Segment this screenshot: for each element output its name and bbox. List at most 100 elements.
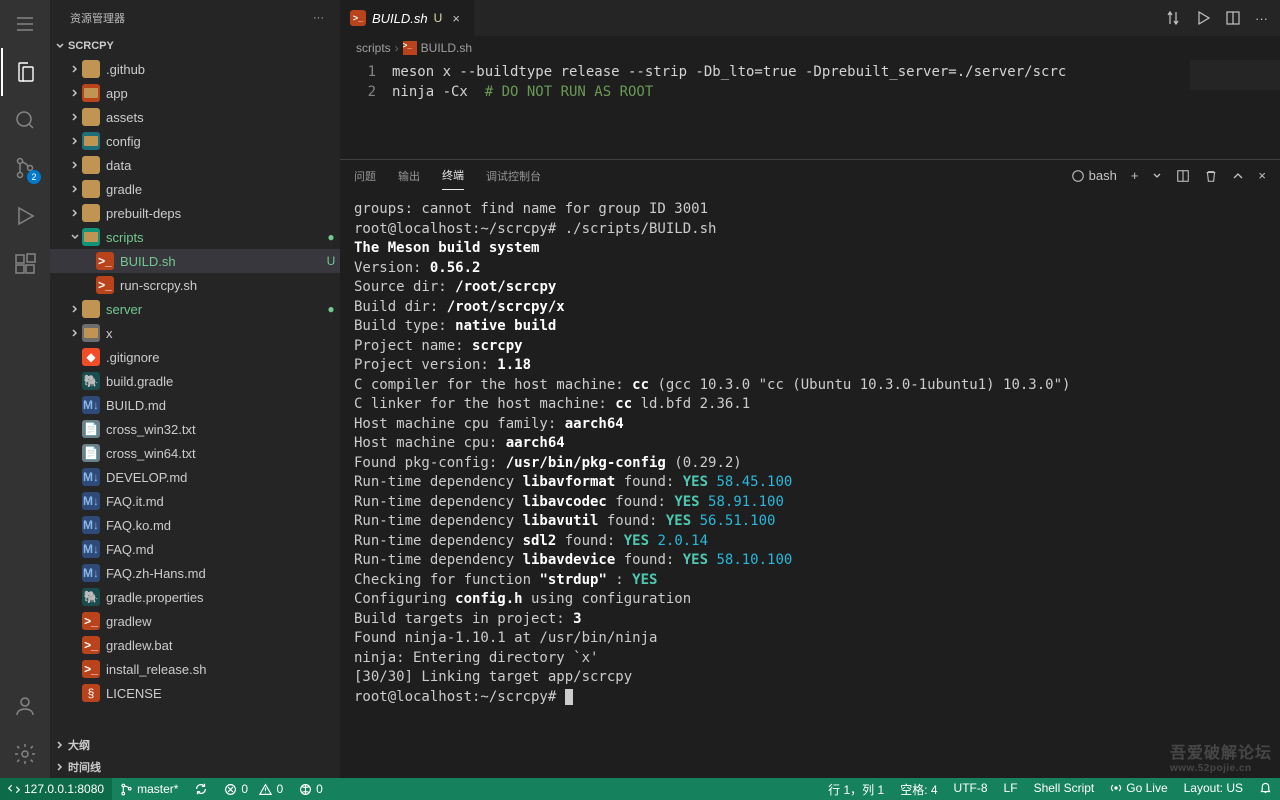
source-control-icon[interactable]: 2 [1,144,49,192]
account-icon[interactable] [1,682,49,730]
folder-icon [82,324,100,342]
editor-area: >_ BUILD.sh U × ··· scripts › >_ BUILD.s… [340,0,1280,778]
line-gutter: 12 [340,62,392,159]
encoding[interactable]: UTF-8 [946,781,996,795]
md-icon: M↓ [82,516,100,534]
sh-icon: >_ [96,252,114,270]
indentation[interactable]: 空格: 4 [892,781,945,798]
sh-icon: >_ [82,612,100,630]
md-icon: M↓ [82,468,100,486]
close-panel-icon[interactable]: × [1258,168,1266,183]
gradle-icon: 🐘 [82,372,100,390]
md-icon: M↓ [82,540,100,558]
folder-row[interactable]: x [50,321,340,345]
kill-terminal-icon[interactable] [1204,169,1218,183]
go-live[interactable]: Go Live [1102,781,1175,795]
file-row[interactable]: M↓FAQ.ko.md [50,513,340,537]
explorer-icon[interactable] [1,48,49,96]
notifications-icon[interactable] [1251,781,1280,794]
folder-icon [82,156,100,174]
activity-bar: 2 [0,0,50,778]
tab-terminal[interactable]: 终端 [442,161,464,190]
tab-problems[interactable]: 问题 [354,162,376,190]
sidebar-title: 资源管理器 [70,10,313,26]
status-bar: 127.0.0.1:8080 master* 0 0 0 行 1，列 1 空格:… [0,778,1280,800]
file-row[interactable]: >_BUILD.shU [50,249,340,273]
ports-icon[interactable]: 0 [291,778,331,800]
timeline-section[interactable]: 时间线 [50,756,340,778]
terminal-output[interactable]: groups: cannot find name for group ID 30… [340,192,1280,778]
shell-file-icon: >_ [403,41,417,55]
file-row[interactable]: M↓FAQ.zh-Hans.md [50,561,340,585]
new-terminal-icon[interactable]: + [1131,168,1139,183]
run-debug-icon[interactable] [1,192,49,240]
minimap[interactable] [1190,60,1280,90]
run-file-icon[interactable] [1195,10,1211,26]
file-row[interactable]: >_gradlew [50,609,340,633]
folder-row[interactable]: gradle [50,177,340,201]
code-editor[interactable]: 12 meson x --buildtype release --strip -… [340,60,1280,159]
file-row[interactable]: M↓BUILD.md [50,393,340,417]
close-tab-icon[interactable]: × [448,11,464,26]
file-row[interactable]: 🐘build.gradle [50,369,340,393]
shell-file-icon: >_ [350,10,366,26]
search-icon[interactable] [1,96,49,144]
folder-icon [82,180,100,198]
file-row[interactable]: 📄cross_win64.txt [50,441,340,465]
split-terminal-icon[interactable] [1176,169,1190,183]
tab-debug-console[interactable]: 调试控制台 [486,162,541,190]
file-row[interactable]: M↓DEVELOP.md [50,465,340,489]
cursor-position[interactable]: 行 1，列 1 [820,781,892,798]
bottom-panel: 问题 输出 终端 调试控制台 bash + × groups: cannot f… [340,159,1280,778]
breadcrumb[interactable]: scripts › >_ BUILD.sh [340,36,1280,60]
lic-icon: § [82,684,100,702]
file-row[interactable]: >_run-scrcpy.sh [50,273,340,297]
folder-row[interactable]: prebuilt-deps [50,201,340,225]
sync-icon[interactable] [186,778,216,800]
scm-badge: 2 [27,170,41,184]
split-editor-icon[interactable] [1225,10,1241,26]
menu-icon[interactable] [1,0,49,48]
language-mode[interactable]: Shell Script [1026,781,1103,795]
tab-output[interactable]: 输出 [398,162,420,190]
folder-row[interactable]: server● [50,297,340,321]
remote-host[interactable]: 127.0.0.1:8080 [0,778,112,800]
folder-icon [82,204,100,222]
maximize-panel-icon[interactable] [1232,170,1244,182]
folder-row[interactable]: config [50,129,340,153]
more-actions-icon[interactable]: ··· [1255,11,1268,26]
keyboard-layout[interactable]: Layout: US [1176,781,1251,795]
txt-icon: 📄 [82,444,100,462]
eol[interactable]: LF [996,781,1026,795]
project-section[interactable]: SCRCPY [50,35,340,57]
git-branch[interactable]: master* [112,778,186,800]
terminal-dropdown-icon[interactable] [1152,171,1162,181]
terminal-profile[interactable]: bash [1071,168,1117,183]
file-row[interactable]: M↓FAQ.md [50,537,340,561]
folder-icon [82,84,100,102]
folder-row[interactable]: assets [50,105,340,129]
settings-gear-icon[interactable] [1,730,49,778]
file-row[interactable]: >_gradlew.bat [50,633,340,657]
gradle-icon: 🐘 [82,588,100,606]
folder-icon [82,60,100,78]
file-row[interactable]: ◆.gitignore [50,345,340,369]
folder-row[interactable]: app [50,81,340,105]
editor-tabs: >_ BUILD.sh U × ··· [340,0,1280,36]
more-icon[interactable]: ··· [313,12,324,24]
file-row[interactable]: M↓FAQ.it.md [50,489,340,513]
tab-build-sh[interactable]: >_ BUILD.sh U × [340,0,475,36]
file-row[interactable]: 📄cross_win32.txt [50,417,340,441]
file-row[interactable]: 🐘gradle.properties [50,585,340,609]
outline-section[interactable]: 大纲 [50,734,340,756]
txt-icon: 📄 [82,420,100,438]
folder-row[interactable]: scripts● [50,225,340,249]
extensions-icon[interactable] [1,240,49,288]
compare-changes-icon[interactable] [1165,10,1181,26]
folder-row[interactable]: .github [50,57,340,81]
folder-row[interactable]: data [50,153,340,177]
file-row[interactable]: §LICENSE [50,681,340,705]
problems-count[interactable]: 0 0 [216,778,291,800]
md-icon: M↓ [82,564,100,582]
file-row[interactable]: >_install_release.sh [50,657,340,681]
